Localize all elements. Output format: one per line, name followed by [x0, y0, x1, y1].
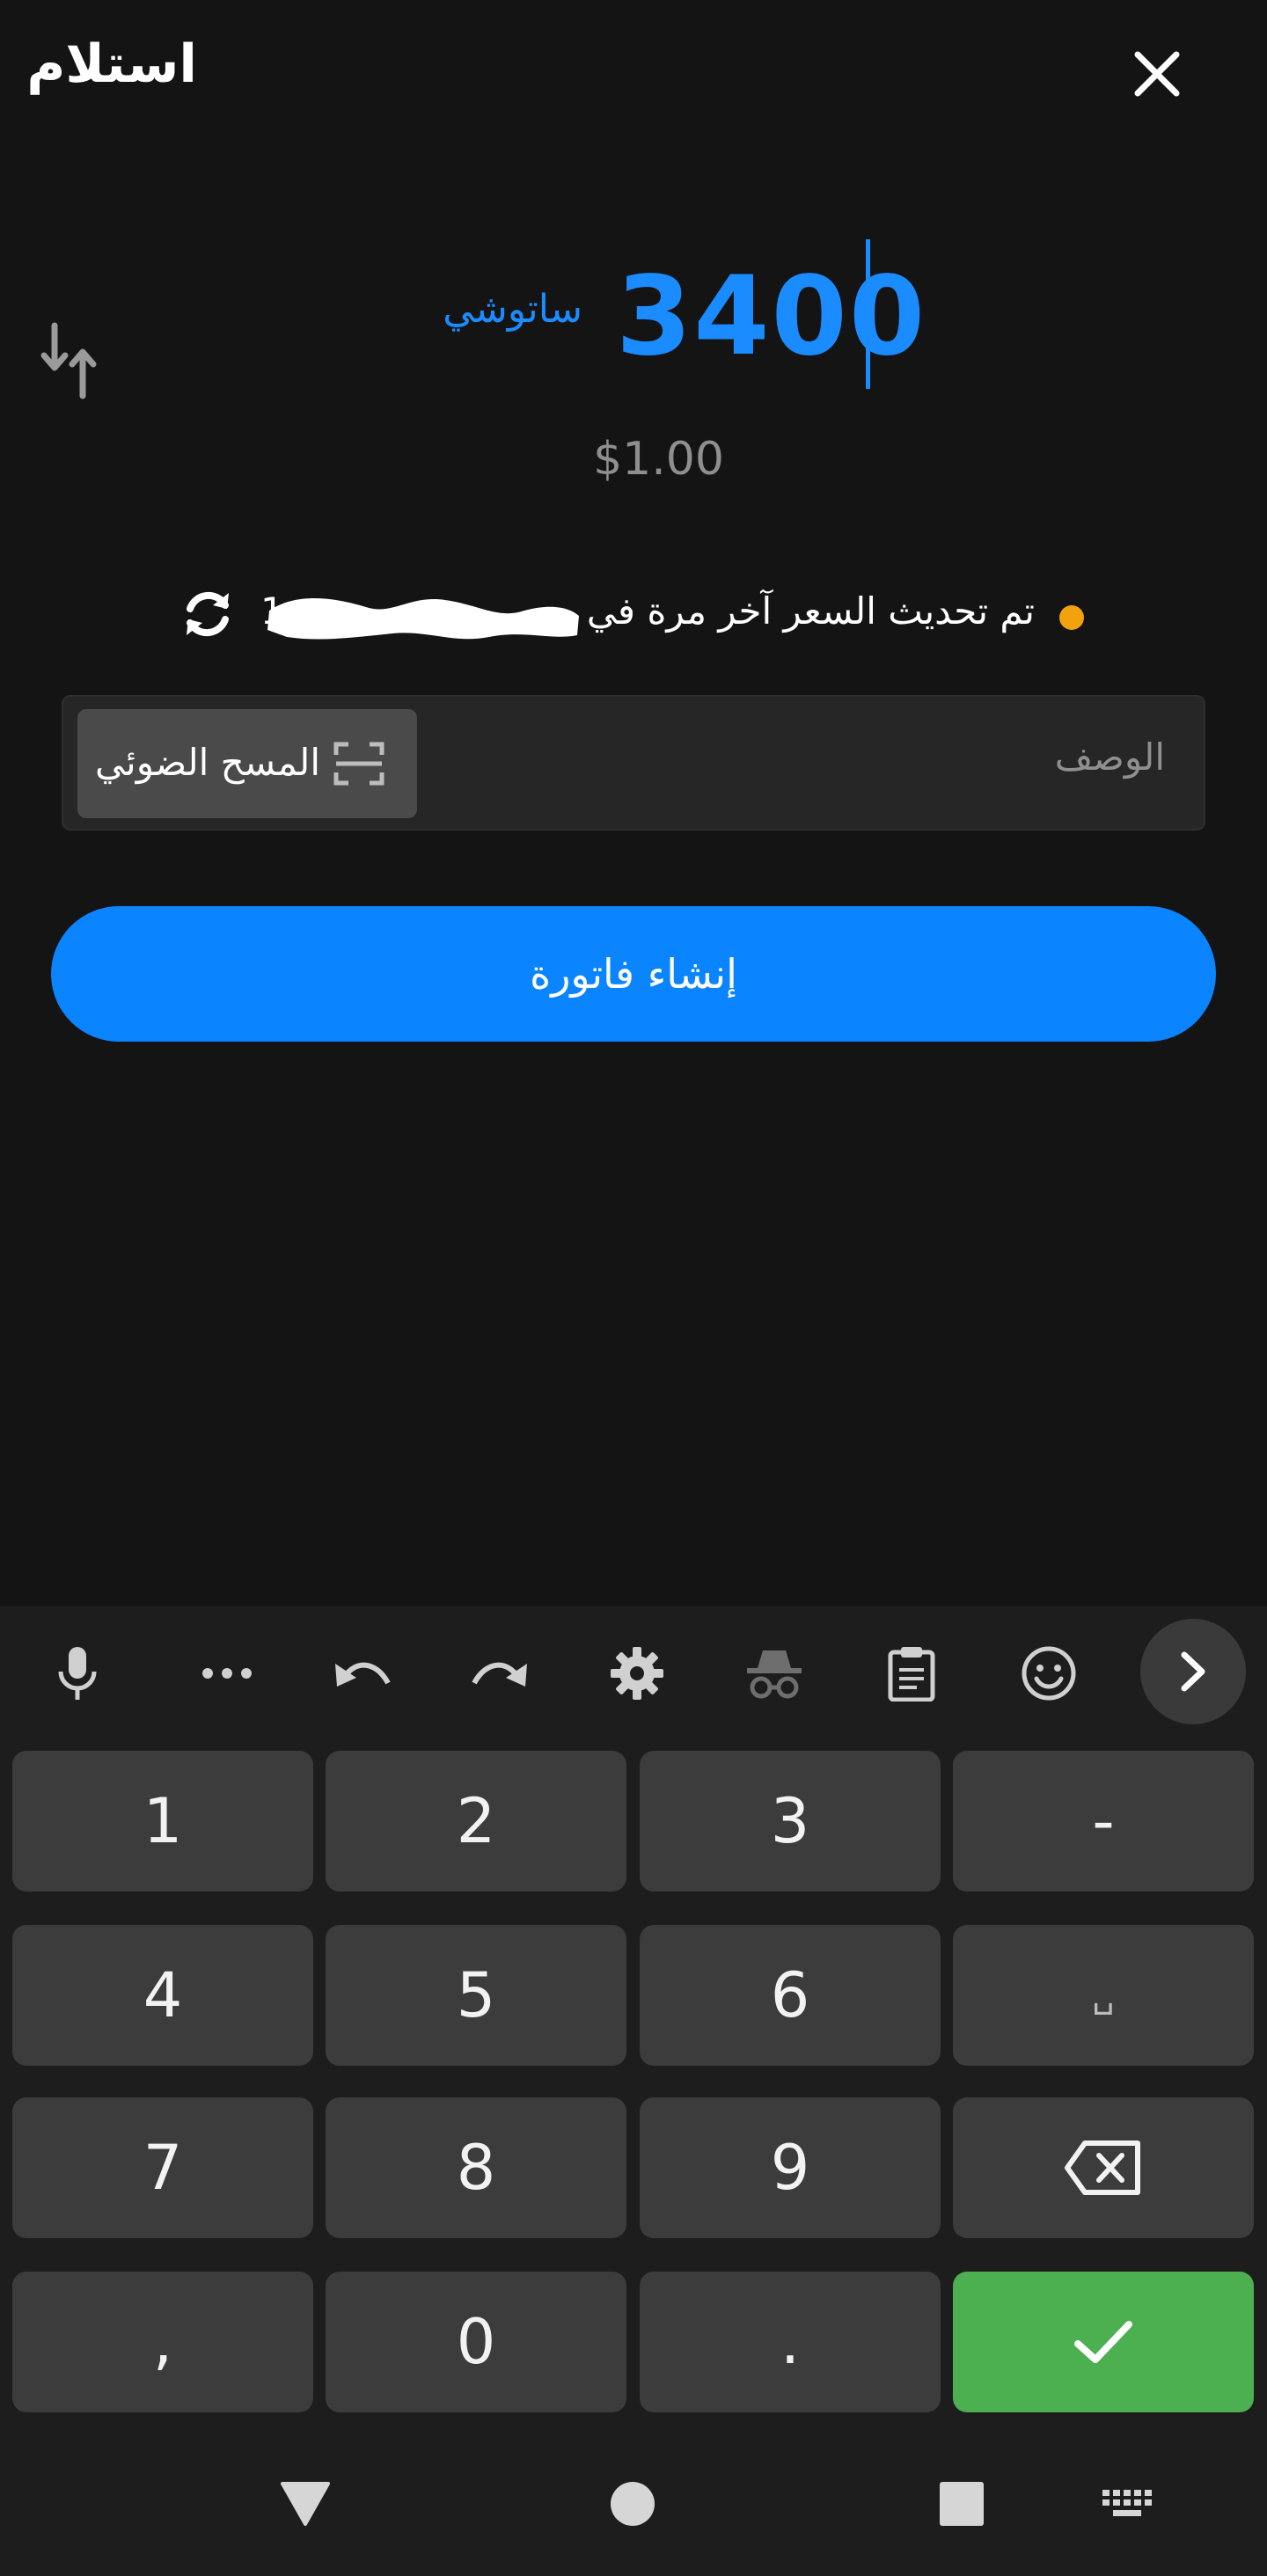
mic-icon: [58, 1647, 97, 1700]
recents-icon: [940, 2482, 984, 2526]
incognito-button[interactable]: [732, 1638, 817, 1709]
description-field[interactable]: الوصف المسح الضوئي: [62, 695, 1205, 831]
settings-button[interactable]: [595, 1638, 679, 1709]
settings-icon: [611, 1647, 663, 1700]
key-comma[interactable]: ,: [12, 2272, 313, 2412]
key-3[interactable]: 3: [640, 1751, 941, 1892]
emoji-icon: [1022, 1646, 1076, 1701]
swap-units-button[interactable]: [39, 322, 100, 401]
nav-recents-button[interactable]: [922, 2469, 1001, 2539]
emoji-button[interactable]: [1007, 1638, 1091, 1709]
redo-button[interactable]: [458, 1638, 542, 1709]
create-invoice-label: إنشاء فاتورة: [530, 950, 737, 998]
key-0[interactable]: 0: [326, 2272, 626, 2412]
scan-button[interactable]: المسح الضوئي: [77, 709, 417, 818]
scan-label: المسح الضوئي: [95, 741, 320, 784]
keyboard-icon: [1102, 2490, 1152, 2516]
clipboard-icon: [888, 1647, 935, 1701]
key-minus[interactable]: -: [953, 1751, 1254, 1892]
close-button[interactable]: [1117, 39, 1197, 109]
mic-button[interactable]: [35, 1638, 120, 1709]
nav-home-button[interactable]: [593, 2469, 672, 2539]
swap-vertical-icon: [40, 322, 97, 399]
key-2[interactable]: 2: [326, 1751, 626, 1892]
backspace-icon: [1065, 2141, 1140, 2195]
check-icon: [1074, 2321, 1132, 2363]
scan-icon: [333, 742, 384, 786]
incognito-icon: [747, 1650, 802, 1699]
nav-back-button[interactable]: [266, 2469, 345, 2539]
redaction-scribble: [267, 598, 579, 640]
key-6[interactable]: 6: [640, 1925, 941, 2066]
key-backspace[interactable]: [953, 2097, 1254, 2238]
chevron-right-icon: [1181, 1651, 1205, 1692]
home-icon: [611, 2482, 655, 2526]
description-placeholder: الوصف: [1054, 735, 1165, 779]
system-nav-bar: [0, 2437, 1267, 2576]
redo-icon: [472, 1662, 527, 1687]
refresh-icon: [187, 591, 229, 637]
key-1[interactable]: 1: [12, 1751, 313, 1892]
nav-keyboard-button[interactable]: [1088, 2469, 1167, 2539]
amount-unit-label[interactable]: ساتوشي: [443, 287, 582, 332]
screen-title: استلام: [26, 33, 197, 95]
refresh-rate-button[interactable]: [179, 586, 236, 642]
key-enter[interactable]: [953, 2272, 1254, 2412]
key-space[interactable]: ␣: [953, 1925, 1254, 2066]
back-icon: [281, 2482, 330, 2526]
rate-status-row: تم تحديث السعر آخر مرة في 1: [0, 581, 1267, 651]
text-cursor: [866, 239, 870, 389]
undo-icon: [335, 1662, 391, 1687]
create-invoice-button[interactable]: إنشاء فاتورة: [51, 906, 1216, 1042]
fiat-amount: $1.00: [593, 433, 724, 486]
rate-status-dot: [1059, 605, 1084, 630]
amount-input[interactable]: 3400: [616, 253, 926, 380]
keyboard-toolbar: [0, 1606, 1267, 1738]
close-icon: [1134, 51, 1180, 97]
key-5[interactable]: 5: [326, 1925, 626, 2066]
clipboard-button[interactable]: [869, 1638, 954, 1709]
numeric-keyboard: 1 2 3 - 4 5 6 ␣ 7 8 9 , 0 .: [0, 1606, 1267, 2486]
more-icon: [202, 1668, 252, 1679]
rate-updated-text: تم تحديث السعر آخر مرة في: [586, 589, 1035, 633]
undo-button[interactable]: [320, 1638, 405, 1709]
key-7[interactable]: 7: [12, 2097, 313, 2238]
key-4[interactable]: 4: [12, 1925, 313, 2066]
more-button[interactable]: [185, 1638, 269, 1709]
toolbar-next-button[interactable]: [1140, 1619, 1246, 1724]
key-period[interactable]: .: [640, 2272, 941, 2412]
key-8[interactable]: 8: [326, 2097, 626, 2238]
key-9[interactable]: 9: [640, 2097, 941, 2238]
